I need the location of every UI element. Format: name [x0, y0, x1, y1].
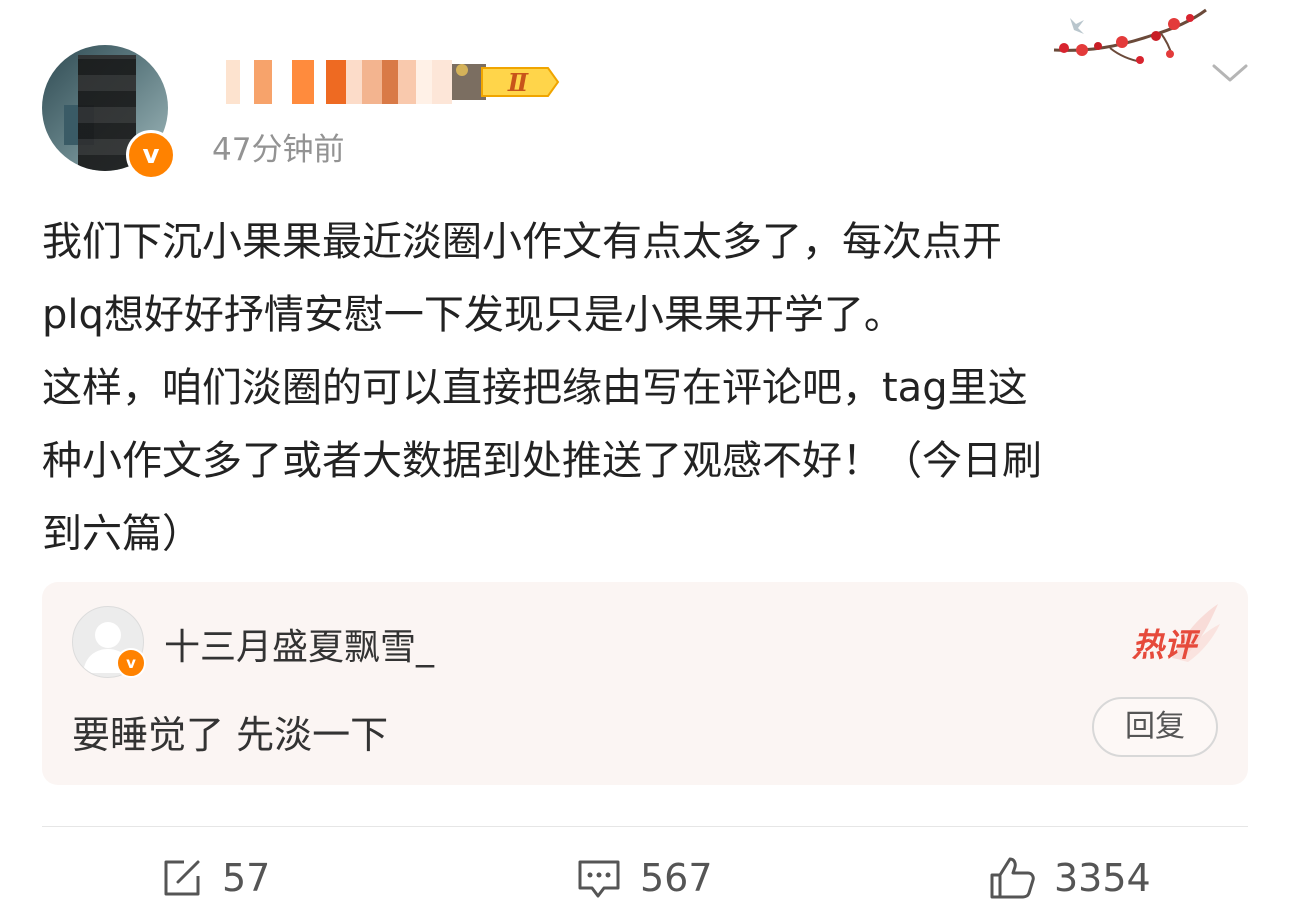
like-button[interactable]: 3354: [988, 852, 1151, 904]
repost-edit-icon: [164, 860, 200, 896]
post-text-line: plq想好好抒情安慰一下发现只是小果果开学了。: [42, 292, 904, 338]
post-text-line: 这样，咱们淡圈的可以直接把缘由写在评论吧，tag里这: [42, 365, 1028, 411]
post-text-line: 种小作文多了或者大数据到处推送了观感不好！（今日刷: [42, 438, 1042, 484]
commenter-verified-icon: v: [116, 648, 146, 678]
post-text-line: 我们下沉小果果最近淡圈小作文有点太多了，每次点开: [42, 219, 1002, 265]
plum-branch-decoration-icon: [1053, 8, 1207, 64]
level-badge-icon: Ⅱ: [452, 64, 560, 100]
post-text-line: 到六篇）: [42, 511, 202, 557]
comment-count: 567: [640, 856, 713, 900]
svg-text:Ⅱ: Ⅱ: [507, 68, 529, 97]
commenter-username[interactable]: 十三月盛夏飘雪_: [164, 618, 434, 670]
author-username-obscured[interactable]: [212, 60, 452, 104]
hot-comment-label: 热评: [1132, 626, 1197, 664]
comment-text: 要睡觉了 先淡一下: [72, 713, 389, 757]
divider: [42, 826, 1248, 827]
repost-count: 57: [222, 856, 271, 900]
post-timestamp: 47分钟前: [212, 132, 345, 168]
hot-comment-card[interactable]: v 十三月盛夏飘雪_ 热评 要睡觉了 先淡一下 回复: [42, 582, 1248, 785]
post-content: 我们下沉小果果最近淡圈小作文有点太多了，每次点开 plq想好好抒情安慰一下发现只…: [42, 206, 1252, 571]
like-count: 3354: [1054, 856, 1151, 900]
reply-button[interactable]: 回复: [1092, 697, 1218, 757]
comment-button[interactable]: 567: [576, 852, 713, 904]
chevron-down-icon[interactable]: [1210, 56, 1250, 90]
thumbs-up-icon: [990, 857, 1035, 899]
repost-button[interactable]: 57: [160, 852, 270, 904]
verified-badge-icon: v: [126, 130, 176, 180]
comment-icon: [578, 860, 620, 898]
